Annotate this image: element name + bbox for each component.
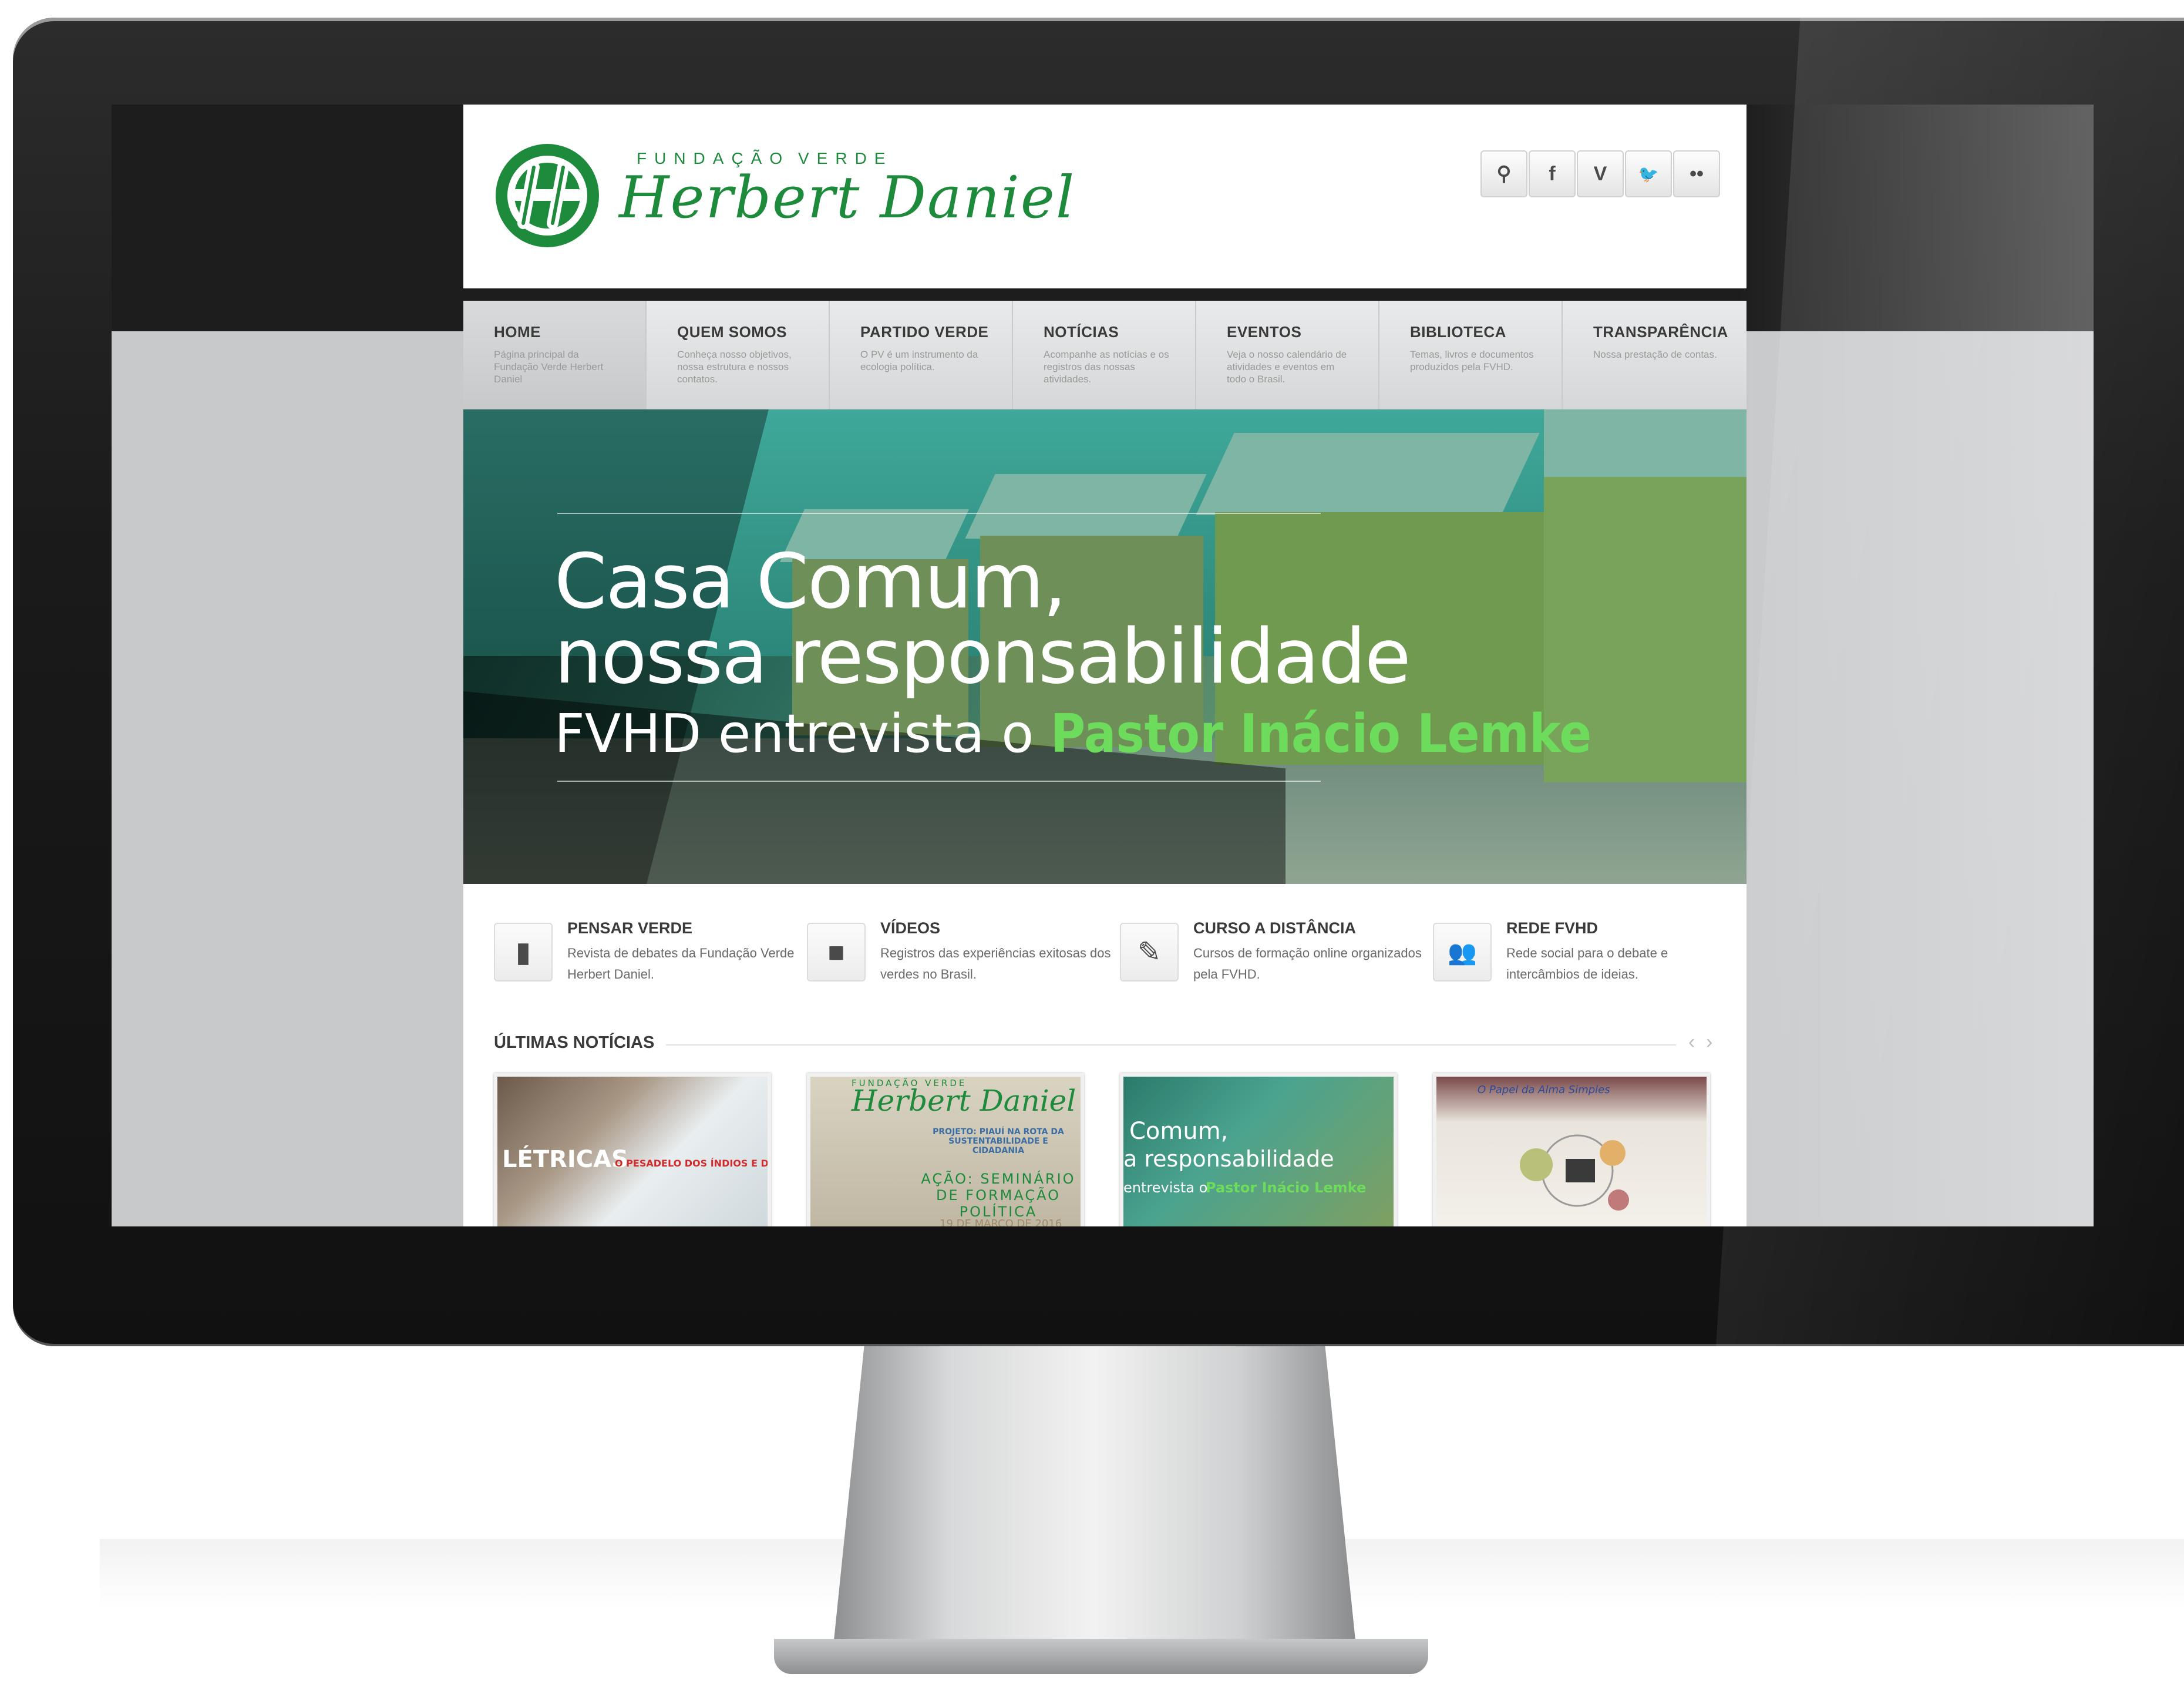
hero-house-roof (965, 474, 1207, 539)
search-icon: ⚲ (1496, 163, 1512, 185)
vimeo-button[interactable]: V (1577, 150, 1624, 197)
video-camera-icon: ■ (807, 923, 866, 982)
news-thumb-3[interactable]: Comum, a responsabilidade entrevista o P… (1120, 1073, 1397, 1226)
search-button[interactable]: ⚲ (1480, 150, 1527, 197)
facebook-button[interactable]: f (1529, 150, 1576, 197)
nav-item-transparencia[interactable]: TRANSPARÊNCIA Nossa prestação de contas. (1563, 301, 1746, 409)
flickr-icon: •• (1690, 162, 1704, 185)
news-thumb-text: O Papel da Alma Simples (1478, 1084, 1610, 1096)
nav-item-title: TRANSPARÊNCIA (1593, 323, 1728, 341)
news-thumb-1[interactable]: LÉTRICAS O PESADELO DOS ÍNDIOS E DA E (494, 1073, 771, 1226)
hero-subheadline: FVHD entrevista o Pastor Inácio Lemke (554, 703, 1591, 765)
drawing-illustration-icon (1520, 1134, 1629, 1211)
hero-bottom-rule (557, 781, 1321, 782)
nav-item-desc: Conheça nosso objetivos, nossa estrutura… (677, 349, 792, 385)
nav-item-eventos[interactable]: EVENTOS Veja o nosso calendário de ativi… (1196, 301, 1379, 409)
facebook-icon: f (1549, 162, 1556, 185)
news-thumb-text: Pastor Inácio Lemke (1206, 1179, 1367, 1196)
hero-headline-line2: nossa responsabilidade (554, 613, 1411, 701)
hero-house-roof (1544, 409, 1746, 480)
hero-top-rule (557, 513, 1321, 514)
feature-title: VÍDEOS (880, 919, 941, 937)
nav-item-desc: Acompanhe as notícias e os registros das… (1044, 349, 1169, 385)
book-icon: ▮ (494, 923, 553, 982)
feature-rede-fvhd[interactable]: 👥 REDE FVHD Rede social para o debate e … (1433, 919, 1738, 984)
monitor-stand-foot (774, 1639, 1428, 1674)
nav-item-title: BIBLIOTECA (1410, 323, 1506, 341)
feature-title: PENSAR VERDE (567, 919, 693, 937)
nav-item-title: HOME (494, 323, 541, 341)
features-section: ▮ PENSAR VERDE Revista de debates da Fun… (463, 884, 1746, 1226)
feature-title: REDE FVHD (1506, 919, 1599, 937)
news-thumb-text: a responsabilidade (1123, 1146, 1334, 1172)
hero-banner[interactable]: Casa Comum, nossa responsabilidade FVHD … (463, 409, 1746, 884)
nav-item-title: EVENTOS (1227, 323, 1302, 341)
news-thumb-text: O PESADELO DOS ÍNDIOS E DA E (615, 1158, 771, 1169)
feature-desc: Revista de debates da Fundação Verde Her… (567, 946, 795, 982)
monitor-stand-neck (833, 1346, 1357, 1652)
social-toolbar: ⚲ f V 🐦 •• (1479, 150, 1720, 197)
logo-mark-icon (496, 144, 599, 247)
news-thumb-text: 19 DE MARÇO DE 2016 (940, 1218, 1062, 1226)
users-icon: 👥 (1433, 923, 1492, 982)
twitter-button[interactable]: 🐦 (1625, 150, 1672, 197)
news-thumb-text: Herbert Daniel (852, 1084, 1076, 1118)
news-thumb-text: AÇÃO: SEMINÁRIO DE FORMAÇÃO POLÍTICA (921, 1171, 1076, 1220)
news-section-title: ÚLTIMAS NOTÍCIAS (494, 1033, 655, 1052)
feature-desc: Cursos de formação online organizados pe… (1193, 946, 1422, 982)
news-thumb-text: PROJETO: PIAUÍ NA ROTA DA SUSTENTABILIDA… (933, 1127, 1064, 1155)
site-header: FUNDAÇÃO VERDE Herbert Daniel ⚲ f V 🐦 •• (463, 105, 1746, 288)
news-thumb-text: LÉTRICAS (502, 1146, 628, 1173)
feature-desc: Rede social para o debate e intercâmbios… (1506, 946, 1668, 982)
feature-desc: Registros das experiências exitosas dos … (880, 946, 1111, 982)
news-divider (666, 1044, 1676, 1046)
nav-item-quem-somos[interactable]: QUEM SOMOS Conheça nosso objetivos, noss… (647, 301, 830, 409)
nav-item-desc: Temas, livros e documentos produzidos pe… (1410, 349, 1534, 372)
hero-headline: Casa Comum, nossa responsabilidade (554, 544, 1411, 695)
nav-item-home[interactable]: HOME Página principal da Fundação Verde … (463, 301, 647, 409)
nav-item-partido-verde[interactable]: PARTIDO VERDE O PV é um instrumento da e… (830, 301, 1013, 409)
feature-title: CURSO A DISTÂNCIA (1193, 919, 1357, 937)
hero-headline-line1: Casa Comum, (554, 538, 1066, 626)
nav-item-title: PARTIDO VERDE (860, 323, 989, 341)
feature-pensar-verde[interactable]: ▮ PENSAR VERDE Revista de debates da Fun… (494, 919, 799, 984)
nav-item-title: QUEM SOMOS (677, 323, 788, 341)
twitter-icon: 🐦 (1638, 164, 1659, 183)
nav-item-desc: O PV é um instrumento da ecologia políti… (860, 349, 978, 372)
news-thumb-text: Comum, (1129, 1118, 1229, 1145)
feature-curso-distancia[interactable]: ✎ CURSO A DISTÂNCIA Cursos de formação o… (1120, 919, 1425, 984)
main-nav: HOME Página principal da Fundação Verde … (463, 301, 1746, 409)
news-prev-button[interactable]: ‹ (1688, 1031, 1695, 1054)
hero-sub-prefix: FVHD entrevista o (554, 703, 1034, 765)
hero-house-roof (1196, 433, 1540, 515)
nav-item-noticias[interactable]: NOTÍCIAS Acompanhe as notícias e os regi… (1013, 301, 1196, 409)
nav-item-desc: Nossa prestação de contas. (1593, 349, 1717, 360)
nav-item-desc: Veja o nosso calendário de atividades e … (1227, 349, 1347, 385)
feature-videos[interactable]: ■ VÍDEOS Registros das experiências exit… (807, 919, 1112, 984)
pencil-icon: ✎ (1120, 923, 1179, 982)
website: FUNDAÇÃO VERDE Herbert Daniel ⚲ f V 🐦 ••… (463, 105, 1746, 1226)
news-next-button[interactable]: › (1706, 1031, 1712, 1054)
logo-text-name: Herbert Daniel (619, 164, 1076, 231)
news-thumb-4[interactable]: O Papel da Alma Simples (1433, 1073, 1710, 1226)
news-thumb-text: entrevista o (1123, 1179, 1208, 1196)
hero-sub-highlight: Pastor Inácio Lemke (1050, 703, 1592, 765)
flickr-button[interactable]: •• (1673, 150, 1720, 197)
nav-item-desc: Página principal da Fundação Verde Herbe… (494, 349, 604, 385)
nav-item-title: NOTÍCIAS (1044, 323, 1119, 341)
vimeo-icon: V (1593, 162, 1607, 185)
news-thumb-2[interactable]: FUNDAÇÃO VERDE Herbert Daniel PROJETO: P… (807, 1073, 1084, 1226)
nav-item-biblioteca[interactable]: BIBLIOTECA Temas, livros e documentos pr… (1379, 301, 1563, 409)
